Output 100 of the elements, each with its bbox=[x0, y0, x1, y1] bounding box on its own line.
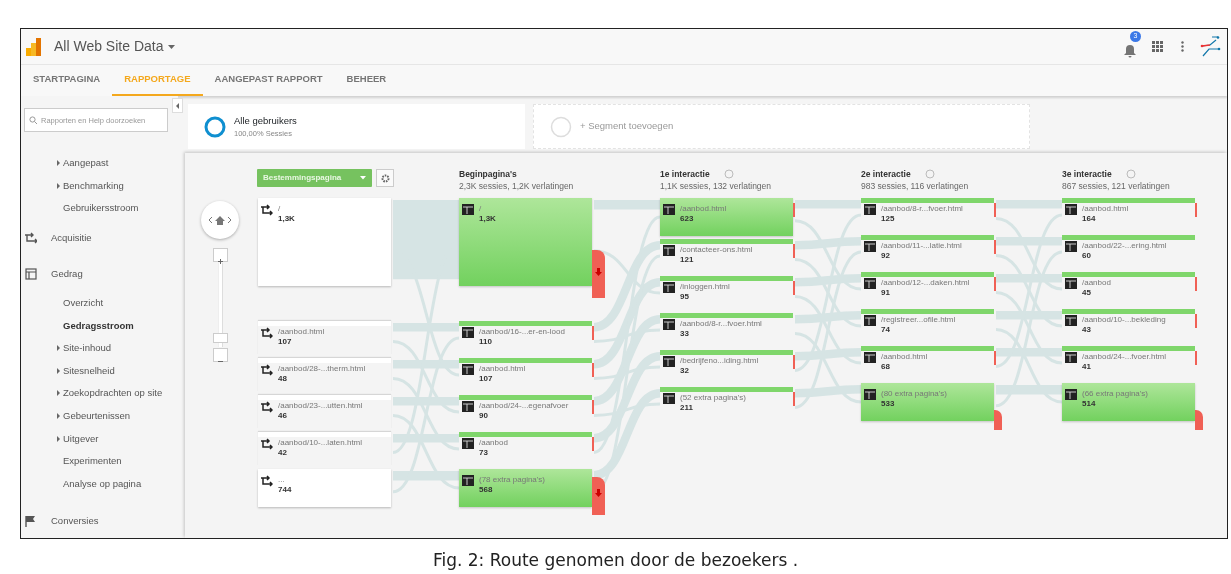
page-node[interactable]: /aanbod/24-...egenafvoer 90 bbox=[459, 395, 592, 429]
sidebar-item[interactable]: Overzicht bbox=[21, 291, 178, 315]
section-label[interactable]: Acquisitie bbox=[51, 230, 92, 245]
account-title[interactable]: All Web Site Data bbox=[54, 36, 164, 57]
page-node[interactable]: /inloggen.html 95 bbox=[660, 276, 793, 310]
sidebar-item[interactable]: Benchmarking bbox=[21, 174, 178, 198]
nav-tab[interactable]: AANGEPAST RAPPORT bbox=[202, 65, 335, 96]
page-node[interactable]: ... 744 bbox=[258, 469, 391, 507]
page-node[interactable]: /registreer...ofile.html 74 bbox=[861, 309, 994, 343]
column-summary: 2,3K sessies, 1,2K verlatingen bbox=[459, 180, 575, 193]
node-count: 42 bbox=[278, 447, 288, 458]
node-label: /aanbod/11-...latie.html bbox=[881, 241, 962, 251]
page-node[interactable]: / 1,3K bbox=[459, 198, 592, 286]
sidebar-item[interactable]: Aangepast bbox=[21, 152, 178, 175]
node-count: 514 bbox=[1082, 398, 1097, 409]
node-label: / bbox=[278, 204, 282, 214]
page-node[interactable]: (78 extra pagina's) 568 bbox=[459, 469, 592, 507]
node-label: /aanbod/8-r...fvoer.html bbox=[680, 319, 762, 329]
page-node[interactable]: (52 extra pagina's) 211 bbox=[660, 387, 793, 421]
node-count: 68 bbox=[881, 361, 891, 372]
node-label: /aanbod.html bbox=[1082, 204, 1129, 214]
node-label: /aanbod/23-...utten.html bbox=[278, 401, 363, 411]
page-node[interactable]: /aanbod/12-...daken.html 91 bbox=[861, 272, 994, 306]
page-node[interactable]: /aanbod/22-...ering.html 60 bbox=[1062, 235, 1195, 269]
segment-label: Alle gebruikers bbox=[234, 113, 297, 128]
sidebar-item[interactable]: Gebeurtenissen bbox=[21, 404, 178, 428]
node-label: /aanbod/24-...egenafvoer bbox=[479, 401, 569, 411]
page-node[interactable]: /aanbod/11-...latie.html 92 bbox=[861, 235, 994, 269]
sidebar-item[interactable]: Gedragsstroom bbox=[21, 314, 178, 337]
page-node[interactable]: /aanbod.html 623 bbox=[660, 198, 793, 236]
node-label: /aanbod bbox=[1082, 278, 1111, 288]
node-count: 90 bbox=[479, 410, 489, 421]
nav-tab[interactable]: STARTPAGINA bbox=[21, 65, 113, 96]
page-node[interactable]: /aanbod/8-r...fvoer.html 125 bbox=[861, 198, 994, 232]
node-label: /aanbod/16-...er-en-lood bbox=[479, 327, 565, 337]
page-node[interactable]: /aanbod/23-...utten.html 46 bbox=[258, 395, 391, 429]
node-count: 107 bbox=[278, 336, 293, 347]
page-node[interactable]: /aanbod/10-...bekleding 43 bbox=[1062, 309, 1195, 343]
sidebar-item[interactable]: Sitesnelheid bbox=[21, 359, 178, 383]
page-node[interactable]: /aanbod/8-r...fvoer.html 33 bbox=[660, 313, 793, 347]
page-node[interactable]: /aanbod/16-...er-en-lood 110 bbox=[459, 321, 592, 355]
node-count: 91 bbox=[881, 287, 891, 298]
page-node[interactable]: (66 extra pagina's) 514 bbox=[1062, 383, 1195, 421]
sidebar-item[interactable]: Uitgever bbox=[21, 427, 178, 450]
node-label: /aanbod.html bbox=[680, 204, 727, 214]
page-node[interactable]: /bedrijfeno...iding.html 32 bbox=[660, 350, 793, 384]
node-count: 48 bbox=[278, 373, 288, 384]
page-node[interactable]: /aanbod 45 bbox=[1062, 272, 1195, 306]
column-title: 1e interactie bbox=[660, 167, 710, 181]
node-label: (52 extra pagina's) bbox=[680, 393, 746, 403]
node-count: 41 bbox=[1082, 361, 1092, 372]
page-node[interactable]: /aanbod.html 107 bbox=[459, 358, 592, 392]
sidebar-item[interactable]: Experimenten bbox=[21, 449, 178, 473]
sidebar-item[interactable]: Site-inhoud bbox=[21, 336, 178, 360]
node-label: /bedrijfeno...iding.html bbox=[680, 356, 759, 366]
node-label: /aanbod/8-r...fvoer.html bbox=[881, 204, 963, 214]
page-node[interactable]: /aanbod.html 107 bbox=[258, 321, 391, 355]
section-label[interactable]: Gedrag bbox=[51, 266, 83, 281]
node-label: (66 extra pagina's) bbox=[1082, 389, 1148, 399]
node-count: 164 bbox=[1082, 213, 1097, 224]
node-count: 533 bbox=[881, 398, 896, 409]
page-node[interactable]: / 1,3K bbox=[258, 198, 391, 286]
node-label: /aanbod/24-...fvoer.html bbox=[1082, 352, 1167, 362]
page-node[interactable]: /aanbod.html 164 bbox=[1062, 198, 1195, 232]
add-segment-label: + Segment toevoegen bbox=[580, 119, 674, 134]
column-summary: 983 sessies, 116 verlatingen bbox=[861, 180, 970, 193]
node-label: /inloggen.html bbox=[680, 282, 730, 292]
column-title: Beginpagina's bbox=[459, 167, 517, 181]
node-count: 1,3K bbox=[479, 213, 496, 224]
node-label: /aanbod/28-...therm.html bbox=[278, 364, 366, 374]
node-count: 95 bbox=[680, 291, 690, 302]
column-summary: 867 sessies, 121 verlatingen bbox=[1062, 180, 1171, 193]
sidebar-item[interactable]: Zoekopdrachten op site bbox=[21, 382, 178, 405]
node-label: /aanbod/10-...laten.html bbox=[278, 438, 363, 448]
page-node[interactable]: /contacteer-ons.html 121 bbox=[660, 239, 793, 273]
node-count: 110 bbox=[479, 336, 493, 347]
node-label: /aanbod/22-...ering.html bbox=[1082, 241, 1167, 251]
node-label: /registreer...ofile.html bbox=[881, 315, 956, 325]
node-label: /aanbod.html bbox=[479, 364, 526, 374]
node-count: 73 bbox=[479, 447, 489, 458]
page-node[interactable]: (80 extra pagina's) 533 bbox=[861, 383, 994, 421]
node-label: /aanbod.html bbox=[278, 327, 325, 337]
node-count: 1,3K bbox=[278, 213, 295, 224]
node-label: ... bbox=[278, 475, 286, 485]
node-count: 623 bbox=[680, 213, 695, 224]
figure-caption: Fig. 2: Route genomen door de bezoekers . bbox=[431, 549, 800, 572]
node-count: 60 bbox=[1082, 250, 1092, 261]
node-count: 121 bbox=[680, 254, 695, 265]
node-count: 46 bbox=[278, 410, 288, 421]
sidebar-item[interactable]: Gebruikersstroom bbox=[21, 197, 178, 220]
column-title: 3e interactie bbox=[1062, 167, 1112, 181]
node-count: 107 bbox=[479, 373, 494, 384]
page-node[interactable]: /aanbod/28-...therm.html 48 bbox=[258, 358, 391, 392]
node-label: / bbox=[479, 204, 483, 214]
node-label: /aanbod/12-...daken.html bbox=[881, 278, 970, 288]
sidebar-item[interactable]: Analyse op pagina bbox=[21, 472, 178, 496]
node-count: 43 bbox=[1082, 324, 1092, 335]
nav-tab[interactable]: BEHEER bbox=[334, 65, 399, 96]
node-label: /aanbod.html bbox=[881, 352, 928, 362]
section-label[interactable]: Conversies bbox=[51, 514, 99, 529]
